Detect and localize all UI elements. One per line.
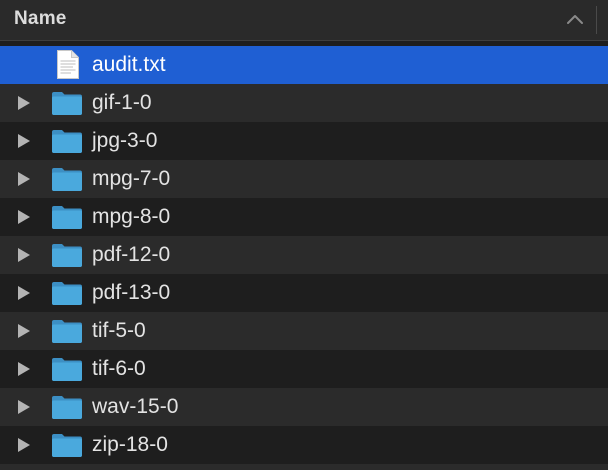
folder-name-label: zip-18-0 bbox=[92, 433, 168, 456]
folder-name-label: jpg-3-0 bbox=[92, 129, 158, 152]
folder-icon bbox=[52, 320, 82, 343]
folder-icon bbox=[52, 130, 82, 153]
folder-name-label: mpg-7-0 bbox=[92, 167, 171, 190]
list-item-mpg-8-0[interactable]: mpg-8-0 bbox=[0, 198, 608, 236]
folder-name-label: tif-5-0 bbox=[92, 319, 146, 342]
folder-name-label: mpg-8-0 bbox=[92, 205, 171, 228]
list-item-tif-6-0[interactable]: tif-6-0 bbox=[0, 350, 608, 388]
empty-row-stripe bbox=[0, 464, 608, 470]
list-item-pdf-12-0[interactable]: pdf-12-0 bbox=[0, 236, 608, 274]
disclosure-triangle-icon[interactable] bbox=[17, 171, 31, 187]
folder-icon bbox=[52, 244, 82, 267]
disclosure-triangle-icon[interactable] bbox=[17, 437, 31, 453]
list-item-mpg-7-0[interactable]: mpg-7-0 bbox=[0, 160, 608, 198]
disclosure-triangle-icon[interactable] bbox=[17, 209, 31, 225]
file-name-label: audit.txt bbox=[92, 53, 166, 76]
list-item-gif-1-0[interactable]: gif-1-0 bbox=[0, 84, 608, 122]
file-rows: audit.txt gif-1-0 jpg-3-0 mpg-7-0 mpg-8-… bbox=[0, 46, 608, 464]
folder-icon bbox=[52, 168, 82, 191]
list-item-pdf-13-0[interactable]: pdf-13-0 bbox=[0, 274, 608, 312]
chevron-up-icon[interactable] bbox=[566, 12, 584, 26]
list-item-audit-txt[interactable]: audit.txt bbox=[0, 46, 608, 84]
disclosure-triangle-icon[interactable] bbox=[17, 285, 31, 301]
disclosure-triangle-icon[interactable] bbox=[17, 247, 31, 263]
list-item-jpg-3-0[interactable]: jpg-3-0 bbox=[0, 122, 608, 160]
disclosure-triangle-icon[interactable] bbox=[17, 399, 31, 415]
disclosure-triangle-icon[interactable] bbox=[17, 361, 31, 377]
file-list: Name audit.txt gif-1-0 jpg-3-0 mpg-7-0 m… bbox=[0, 0, 608, 470]
list-item-zip-18-0[interactable]: zip-18-0 bbox=[0, 426, 608, 464]
folder-name-label: pdf-13-0 bbox=[92, 281, 171, 304]
folder-icon bbox=[52, 358, 82, 381]
list-item-wav-15-0[interactable]: wav-15-0 bbox=[0, 388, 608, 426]
folder-icon bbox=[52, 92, 82, 115]
folder-icon bbox=[52, 434, 82, 457]
disclosure-triangle-icon[interactable] bbox=[17, 133, 31, 149]
folder-icon bbox=[52, 282, 82, 305]
name-column-header[interactable]: Name bbox=[0, 0, 608, 41]
folder-name-label: wav-15-0 bbox=[92, 395, 179, 418]
folder-icon bbox=[52, 206, 82, 229]
name-column-label: Name bbox=[14, 8, 67, 29]
disclosure-triangle-icon[interactable] bbox=[17, 95, 31, 111]
folder-name-label: tif-6-0 bbox=[92, 357, 146, 380]
text-file-icon bbox=[57, 50, 79, 79]
folder-name-label: gif-1-0 bbox=[92, 91, 152, 114]
column-divider[interactable] bbox=[596, 6, 597, 34]
folder-name-label: pdf-12-0 bbox=[92, 243, 171, 266]
folder-icon bbox=[52, 396, 82, 419]
list-item-tif-5-0[interactable]: tif-5-0 bbox=[0, 312, 608, 350]
disclosure-triangle-icon[interactable] bbox=[17, 323, 31, 339]
